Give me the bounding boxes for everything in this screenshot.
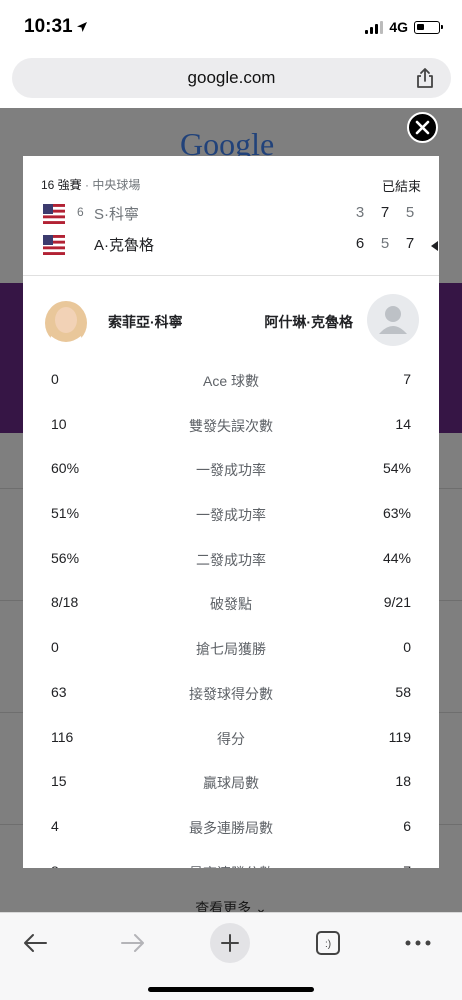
stat-left-value: 8 [51,863,59,868]
stat-left-value: 63 [51,683,67,700]
menu-button[interactable] [398,923,438,963]
set-score: 7 [405,235,415,252]
stat-left-value: 116 [51,728,74,745]
stat-left-value: 0 [51,371,59,387]
arrow-right-icon [121,934,144,952]
stat-right-value: 9/21 [383,594,411,611]
round-label: 16 強賽 [41,178,82,192]
stat-label: 一發成功率 [196,507,266,524]
scoreboard-row: A·克魯格 6 5 7 [41,233,438,257]
set-score: 6 [355,235,365,252]
stat-left-value: 60% [51,460,80,477]
player-name: A·克魯格 [94,237,155,254]
player-seed: 6 [77,205,84,219]
forward-button[interactable] [113,923,153,963]
stat-row: 4 最多連勝局數 6 [23,805,439,850]
close-button[interactable] [407,112,438,143]
avatar-placeholder-icon [367,294,419,346]
stat-right-value: 58 [395,683,411,700]
arrow-left-icon [24,934,47,952]
stat-label: Ace 球數 [202,373,259,389]
stat-row: 10 雙發失誤次數 14 [23,403,439,448]
stat-row: 0 搶七局獲勝 0 [23,626,439,671]
status-time: 10:31 [24,16,73,37]
tab-switcher-button[interactable]: :) [308,923,348,963]
tabs-icon: :) [316,931,340,955]
match-stats-card: 16 強賽 · 中央球場 已結束 6 S·科寧 3 7 5 A·克魯格 6 5 … [23,156,439,868]
stat-right-value: 44% [382,549,411,566]
stat-left-value: 8/18 [51,594,79,611]
match-header: 16 強賽 · 中央球場 已結束 6 S·科寧 3 7 5 A·克魯格 6 5 … [23,156,439,276]
stat-label: 最高連勝分數 [131,863,331,868]
set-score: 3 [355,204,365,221]
stat-row: 8/18 破發點 9/21 [23,581,439,626]
stat-right-value: 7 [403,863,411,868]
match-status: 已結束 [381,179,421,194]
player-name: S·科寧 [94,206,140,223]
url-text[interactable]: google.com [12,68,451,88]
stat-label: 一發成功率 [196,462,266,479]
stat-left-value: 15 [51,773,67,790]
stat-right-value: 54% [382,460,411,477]
stat-left-value: 4 [51,817,59,834]
stat-label: 最多連勝局數 [189,819,273,836]
stat-right-value: 119 [388,728,411,745]
stat-right-value: 14 [395,415,411,432]
stat-right-value: 63% [382,505,411,522]
stat-left-value: 56% [51,549,80,566]
stats-table: 0 Ace 球數 7 10 雙發失誤次數 14 60% 一發成功率 54% 51% 一發成功率 63%… [23,358,439,868]
stat-left-value: 0 [51,639,59,656]
set-score: 7 [380,204,390,221]
location-arrow-icon [77,22,87,32]
stat-row: 51% 一發成功率 63% [23,492,439,537]
player-photo [45,301,87,346]
stat-left-value: 51% [51,505,80,522]
set-score: 5 [380,235,390,252]
status-bar: 10:31 4G [0,0,462,56]
stat-right-value: 7 [403,371,411,387]
stat-row: 15 贏球局數 18 [23,760,439,805]
back-button[interactable] [15,923,55,963]
player-comparison-header: 索菲亞·科寧 阿什琳·克魯格 [23,276,439,358]
stat-label: 搶七局獲勝 [196,641,266,658]
new-tab-button[interactable] [210,923,250,963]
plus-icon [221,934,239,952]
stat-row: 60% 一發成功率 54% [23,447,439,492]
stat-label: 二發成功率 [196,551,266,568]
winner-indicator-icon [431,241,438,251]
stat-right-value: 6 [403,817,411,834]
address-bar[interactable]: google.com [12,58,451,98]
stat-left-value: 10 [51,415,67,432]
stat-row: 56% 二發成功率 44% [23,537,439,582]
stat-row: 8 最高連勝分數 7 [23,850,439,868]
stat-label: 得分 [217,730,245,747]
stat-row: 0 Ace 球數 7 [23,358,439,403]
network-type: 4G [389,19,408,35]
stat-label: 破發點 [210,596,252,613]
stat-right-value: 0 [403,639,411,656]
stat-label: 贏球局數 [203,775,259,792]
svg-text::): :) [325,939,331,950]
left-player-name: 索菲亞·科寧 [108,314,183,330]
more-dots-icon [405,940,431,946]
cellular-signal-icon [365,20,384,34]
stat-row: 116 得分 119 [23,716,439,761]
browser-toolbar: :) [0,912,462,1000]
battery-icon [414,20,443,34]
set-score: 5 [405,204,415,221]
match-round: 16 強賽 · 中央球場 [41,176,140,193]
stat-label: 接發球得分數 [189,685,273,702]
us-flag-icon [43,204,65,224]
scoreboard-row: 6 S·科寧 3 7 5 [41,202,421,226]
stat-row: 63 接發球得分數 58 [23,671,439,716]
right-player-name: 阿什琳·克魯格 [264,314,353,330]
home-indicator[interactable] [148,987,314,992]
stat-right-value: 18 [395,773,411,790]
close-icon [415,120,430,135]
venue-label: · 中央球場 [85,178,141,192]
us-flag-icon [43,235,65,255]
share-icon[interactable] [415,67,435,89]
stat-label: 雙發失誤次數 [189,417,273,434]
